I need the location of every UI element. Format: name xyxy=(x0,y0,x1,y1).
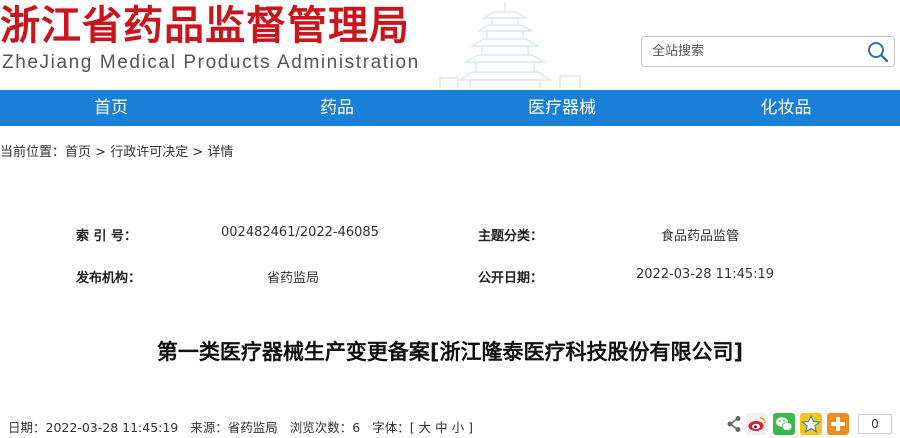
wechat-icon[interactable] xyxy=(773,413,795,435)
pagoda-watermark xyxy=(439,2,581,88)
font-size-large[interactable]: 大 xyxy=(419,420,432,435)
font-size-label: 字体：[ xyxy=(372,420,415,435)
main-nav: 首页 药品 医疗器械 化妆品 xyxy=(0,90,900,126)
search-icon[interactable] xyxy=(866,40,890,64)
publisher-label: 发布机构： xyxy=(76,271,142,286)
view-count: 浏览次数：6 xyxy=(289,420,361,435)
breadcrumb-home[interactable]: 首页 xyxy=(65,145,91,160)
nav-item-home[interactable]: 首页 xyxy=(51,90,171,126)
topic-category-label: 主题分类： xyxy=(478,229,544,244)
breadcrumb-current: 详情 xyxy=(207,145,234,160)
publisher-value: 省药监局 xyxy=(267,271,320,286)
nav-item-medical-devices[interactable]: 医疗器械 xyxy=(502,90,622,126)
breadcrumb: 当前位置：首页 > 行政许可决定 > 详情 xyxy=(0,141,233,160)
site-title[interactable]: 浙江省药品监督管理局 xyxy=(0,2,410,50)
font-size-small[interactable]: 小 xyxy=(452,420,465,435)
topic-category-value: 食品药品监管 xyxy=(661,229,740,244)
article-title: 第一类医疗器械生产变更备案[浙江隆泰医疗科技股份有限公司] xyxy=(156,340,744,364)
index-number-value: 002482461/2022-46085 xyxy=(221,225,379,240)
publish-date-value: 2022-03-28 11:45:19 xyxy=(636,267,775,282)
breadcrumb-separator: > xyxy=(188,145,208,160)
nav-item-drugs[interactable]: 药品 xyxy=(277,90,397,126)
breadcrumb-prefix: 当前位置： xyxy=(0,145,66,160)
share-icon[interactable] xyxy=(726,415,742,433)
qzone-icon[interactable] xyxy=(800,413,822,435)
article-date: 日期：2022-03-28 11:45:19 xyxy=(8,420,179,435)
font-size-medium[interactable]: 中 xyxy=(435,420,448,435)
nav-item-cosmetics[interactable]: 化妆品 xyxy=(726,90,846,126)
more-icon[interactable] xyxy=(827,413,849,435)
article-info-bar: 日期：2022-03-28 11:45:19 来源：省药监局 浏览次数：6 字体：[ … xyxy=(8,417,473,436)
index-number-label: 索 引 号： xyxy=(76,229,138,244)
publish-date-label: 公开日期： xyxy=(478,271,544,286)
breadcrumb-admin-license[interactable]: 行政许可决定 xyxy=(110,145,188,160)
article-source: 来源：省药监局 xyxy=(190,420,278,435)
weibo-icon[interactable] xyxy=(746,413,768,435)
search-input[interactable] xyxy=(642,37,857,66)
share-count: 0 xyxy=(858,414,892,434)
search-box xyxy=(641,36,895,67)
font-size-bracket: ] xyxy=(468,420,473,435)
breadcrumb-separator: > xyxy=(91,145,111,160)
site-subtitle: ZheJiang Medical Products Administration xyxy=(2,52,420,73)
site-header: 浙江省药品监督管理局 ZheJiang Medical Products Adm… xyxy=(0,0,900,90)
